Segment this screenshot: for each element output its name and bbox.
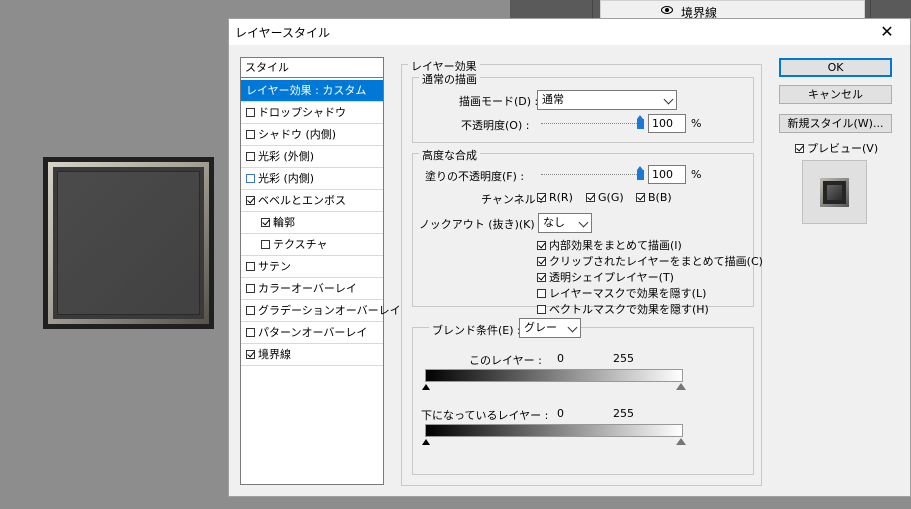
general-blending-title: 通常の描画 bbox=[419, 71, 480, 87]
fill-opacity-slider-thumb[interactable] bbox=[637, 166, 644, 180]
general-blending-group: 通常の描画 描画モード(D) : 通常 不透明度(O) : 100 % bbox=[412, 71, 754, 143]
style-item-inner-glow[interactable]: 光彩 (内側) bbox=[241, 168, 383, 190]
dialog-title: レイヤースタイル bbox=[235, 26, 331, 40]
underlying-layer-label: 下になっているレイヤー : bbox=[421, 409, 549, 422]
this-layer-min: 0 bbox=[557, 352, 564, 365]
style-item-gradient-overlay[interactable]: グラデーションオーバーレイ bbox=[241, 300, 401, 322]
option-layer-mask-hides[interactable]: レイヤーマスクで効果を隠す(L) bbox=[537, 285, 706, 301]
style-item-color-overlay[interactable]: カラーオーバーレイ bbox=[241, 278, 383, 300]
checkbox[interactable] bbox=[537, 193, 546, 202]
this-layer-max: 255 bbox=[613, 352, 634, 365]
checkbox[interactable] bbox=[261, 218, 270, 227]
new-style-button[interactable]: 新規スタイル(W)... bbox=[779, 114, 892, 133]
checkbox[interactable] bbox=[261, 240, 270, 249]
checkbox[interactable] bbox=[246, 174, 255, 183]
style-item-custom[interactable]: レイヤー効果 : カスタム bbox=[241, 80, 383, 102]
this-layer-white-slider[interactable] bbox=[676, 383, 686, 390]
blend-if-group: ブレンド条件(E) : グレー このレイヤー : 0 255 下になっているレイ… bbox=[412, 318, 754, 475]
opacity-input[interactable]: 100 bbox=[648, 114, 686, 133]
chevron-down-icon bbox=[567, 322, 578, 333]
underlying-layer-min: 0 bbox=[557, 407, 564, 420]
style-item-contour[interactable]: 輪郭 bbox=[241, 212, 383, 234]
checkbox[interactable] bbox=[246, 284, 255, 293]
checkbox[interactable] bbox=[246, 328, 255, 337]
checkbox[interactable] bbox=[246, 196, 255, 205]
blend-mode-label: 描画モード(D) : bbox=[459, 95, 539, 108]
checkbox[interactable] bbox=[537, 241, 546, 250]
blend-if-select[interactable]: グレー bbox=[519, 318, 581, 338]
checkbox[interactable] bbox=[537, 257, 546, 266]
fill-opacity-unit: % bbox=[691, 168, 702, 181]
style-item-bevel-emboss[interactable]: ベベルとエンボス bbox=[241, 190, 383, 212]
style-item-stroke[interactable]: 境界線 bbox=[241, 344, 383, 366]
ok-button[interactable]: OK bbox=[779, 58, 892, 77]
style-item-pattern-overlay[interactable]: パターンオーバーレイ bbox=[241, 322, 383, 344]
underlying-black-slider[interactable] bbox=[422, 439, 430, 445]
option-transparency-shapes[interactable]: 透明シェイプレイヤー(T) bbox=[537, 269, 674, 285]
eye-icon[interactable] bbox=[661, 6, 673, 14]
style-item-inner-shadow[interactable]: シャドウ (内側) bbox=[241, 124, 383, 146]
underlying-layer-max: 255 bbox=[613, 407, 634, 420]
style-preview-thumbnail bbox=[802, 160, 867, 224]
channel-r[interactable]: R(R) bbox=[537, 191, 573, 204]
channels-label: チャンネル : bbox=[481, 193, 543, 206]
checkbox[interactable] bbox=[795, 144, 804, 153]
opacity-unit: % bbox=[691, 117, 702, 130]
canvas-layer-preview bbox=[43, 157, 214, 329]
knockout-label: ノックアウト (抜き)(K) : bbox=[419, 218, 542, 231]
underlying-layer-gradient bbox=[425, 424, 683, 437]
checkbox[interactable] bbox=[246, 130, 255, 139]
checkbox[interactable] bbox=[586, 193, 595, 202]
layer-effects-group: レイヤー効果 通常の描画 描画モード(D) : 通常 不透明度(O) : 100… bbox=[401, 58, 763, 486]
channel-b[interactable]: B(B) bbox=[636, 191, 672, 204]
chevron-down-icon bbox=[578, 217, 589, 228]
fill-opacity-label: 塗りの不透明度(F) : bbox=[425, 170, 525, 183]
opacity-slider-thumb[interactable] bbox=[637, 115, 644, 129]
style-list-header[interactable]: スタイル bbox=[241, 58, 383, 78]
advanced-blending-title: 高度な合成 bbox=[419, 147, 480, 163]
cancel-button[interactable]: キャンセル bbox=[779, 85, 892, 104]
option-blend-interior[interactable]: 内部効果をまとめて描画(I) bbox=[537, 237, 682, 253]
preview-toggle[interactable]: プレビュー(V) bbox=[795, 140, 878, 156]
checkbox[interactable] bbox=[246, 350, 255, 359]
this-layer-gradient bbox=[425, 369, 683, 382]
title-bar: レイヤースタイル ✕ bbox=[229, 19, 910, 45]
style-item-drop-shadow[interactable]: ドロップシャドウ bbox=[241, 102, 383, 124]
fill-opacity-slider[interactable] bbox=[541, 174, 643, 176]
knockout-select[interactable]: なし bbox=[538, 213, 592, 233]
checkbox[interactable] bbox=[636, 193, 645, 202]
checkbox[interactable] bbox=[246, 262, 255, 271]
opacity-label: 不透明度(O) : bbox=[461, 119, 530, 132]
checkbox[interactable] bbox=[246, 306, 255, 315]
checkbox[interactable] bbox=[537, 305, 546, 314]
channel-g[interactable]: G(G) bbox=[586, 191, 624, 204]
fill-opacity-input[interactable]: 100 bbox=[648, 165, 686, 184]
layer-style-dialog: レイヤースタイル ✕ スタイル レイヤー効果 : カスタム ドロップシャドウ シ… bbox=[228, 18, 911, 497]
option-blend-clipped[interactable]: クリップされたレイヤーをまとめて描画(C) bbox=[537, 253, 763, 269]
style-item-outer-glow[interactable]: 光彩 (外側) bbox=[241, 146, 383, 168]
this-layer-black-slider[interactable] bbox=[422, 384, 430, 390]
underlying-white-slider[interactable] bbox=[676, 438, 686, 445]
blend-mode-select[interactable]: 通常 bbox=[537, 90, 677, 110]
this-layer-label: このレイヤー : bbox=[469, 354, 542, 367]
chevron-down-icon bbox=[663, 94, 674, 105]
opacity-slider[interactable] bbox=[541, 123, 643, 125]
advanced-blending-group: 高度な合成 塗りの不透明度(F) : 100 % チャンネル : R(R) G(… bbox=[412, 147, 763, 316]
style-item-texture[interactable]: テクスチャ bbox=[241, 234, 383, 256]
option-vector-mask-hides[interactable]: ベクトルマスクで効果を隠す(H) bbox=[537, 301, 709, 317]
style-list: スタイル レイヤー効果 : カスタム ドロップシャドウ シャドウ (内側) 光彩… bbox=[240, 57, 401, 485]
checkbox[interactable] bbox=[246, 108, 255, 117]
blend-if-label: ブレンド条件(E) : bbox=[429, 322, 524, 338]
style-item-satin[interactable]: サテン bbox=[241, 256, 383, 278]
checkbox[interactable] bbox=[246, 152, 255, 161]
checkbox[interactable] bbox=[537, 273, 546, 282]
checkbox[interactable] bbox=[537, 289, 546, 298]
close-icon[interactable]: ✕ bbox=[875, 22, 899, 42]
